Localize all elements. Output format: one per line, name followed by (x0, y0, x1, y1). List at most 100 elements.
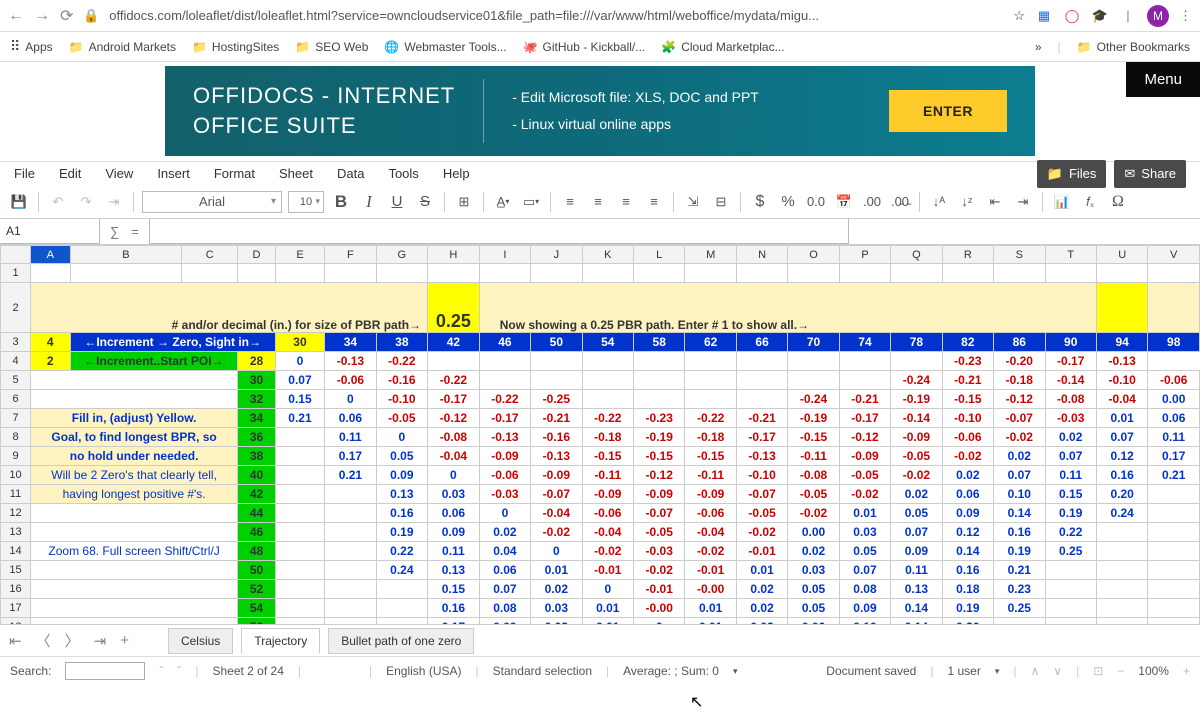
search-input[interactable] (65, 662, 145, 680)
cell[interactable] (275, 485, 324, 504)
cell[interactable]: -0.15 (788, 428, 839, 447)
cell[interactable]: 32 (238, 390, 276, 409)
cell[interactable]: 0.09 (376, 466, 427, 485)
col-header[interactable]: E (275, 246, 324, 264)
sheet-tab-celsius[interactable]: Celsius (168, 628, 233, 654)
cell[interactable]: -0.06 (325, 371, 376, 390)
cell[interactable]: -0.03 (634, 542, 685, 561)
cell[interactable]: 0.02 (1045, 428, 1096, 447)
cell[interactable] (685, 371, 736, 390)
apps-shortcut[interactable]: ⠿Apps (10, 38, 53, 55)
row-header[interactable]: 3 (1, 333, 31, 352)
date-format-button[interactable]: 📅 (833, 191, 855, 213)
cell[interactable]: -0.09 (531, 466, 582, 485)
redo-icon[interactable]: ↷ (75, 191, 97, 213)
cell[interactable]: -0.09 (685, 485, 736, 504)
cell[interactable] (685, 390, 736, 409)
cell[interactable]: -0.21 (531, 409, 582, 428)
merge-button[interactable]: ⊟ (710, 191, 732, 213)
italic-button[interactable]: I (358, 191, 380, 213)
cell[interactable]: 0.16 (376, 504, 427, 523)
col-header[interactable]: V (1148, 246, 1200, 264)
cell[interactable] (1096, 542, 1147, 561)
cell[interactable]: 0.11 (325, 428, 376, 447)
cell[interactable]: -0.02 (839, 485, 890, 504)
cell[interactable]: ←Increment..Start POI→ (70, 352, 238, 371)
cell[interactable]: having longest positive #'s. (31, 485, 238, 504)
cell[interactable] (736, 390, 787, 409)
align-center-button[interactable]: ≡ (587, 191, 609, 213)
cell[interactable]: -0.08 (428, 428, 480, 447)
cell[interactable]: -0.10 (736, 466, 787, 485)
cell[interactable]: 0.09 (428, 523, 480, 542)
cell[interactable]: -0.21 (942, 371, 993, 390)
cell[interactable]: -0.22 (479, 390, 530, 409)
cell[interactable]: 0.01 (1096, 409, 1147, 428)
cell[interactable]: 0.20 (1096, 485, 1147, 504)
underline-button[interactable]: U (386, 191, 408, 213)
col-header[interactable]: J (531, 246, 582, 264)
search-up-icon[interactable]: ˆ (159, 664, 163, 678)
cell[interactable]: -0.22 (376, 352, 427, 371)
cell[interactable]: -0.02 (685, 542, 736, 561)
row-header[interactable]: 4 (1, 352, 31, 371)
user-count[interactable]: 1 user (947, 664, 980, 678)
search-down-icon[interactable]: ˇ (177, 664, 181, 678)
cell[interactable]: 0.08 (479, 599, 530, 618)
cell[interactable] (31, 618, 238, 626)
cell[interactable]: 0.01 (839, 504, 890, 523)
cell[interactable]: 0.24 (376, 561, 427, 580)
omega-button[interactable]: Ω (1107, 191, 1129, 213)
cell[interactable] (1148, 542, 1200, 561)
cell[interactable]: -0.23 (634, 409, 685, 428)
cell[interactable]: 0 (275, 352, 324, 371)
cell[interactable]: Goal, to find longest BPR, so (31, 428, 238, 447)
cell[interactable] (31, 390, 238, 409)
col-header[interactable]: M (685, 246, 736, 264)
cell[interactable]: 46 (479, 333, 530, 352)
cell[interactable]: 0.22 (376, 542, 427, 561)
cell[interactable] (479, 352, 530, 371)
cell[interactable]: 98 (1148, 333, 1200, 352)
cell[interactable]: 0.03 (788, 561, 839, 580)
row-header[interactable]: 13 (1, 523, 31, 542)
prev-record-icon[interactable]: ∧ (1030, 664, 1039, 678)
percent-button[interactable]: % (777, 191, 799, 213)
cell[interactable] (891, 352, 942, 371)
cell[interactable]: 0 (428, 466, 480, 485)
cell[interactable]: 0.25 (994, 599, 1045, 618)
cell[interactable]: 0.02 (994, 447, 1045, 466)
cell[interactable] (994, 618, 1045, 626)
cell[interactable]: 58 (634, 333, 685, 352)
cell[interactable]: -0.18 (994, 371, 1045, 390)
cell[interactable]: 0.22 (1045, 523, 1096, 542)
sheet-tab-trajectory[interactable]: Trajectory (241, 628, 320, 654)
cell[interactable]: -0.05 (634, 523, 685, 542)
cell[interactable]: -0.17 (428, 390, 480, 409)
cell[interactable] (428, 352, 480, 371)
cell[interactable]: 0.16 (1096, 466, 1147, 485)
cell[interactable]: -0.05 (839, 466, 890, 485)
cell[interactable] (634, 352, 685, 371)
cell[interactable]: 0.17 (428, 618, 480, 626)
menu-insert[interactable]: Insert (157, 166, 190, 181)
fill-color-button[interactable]: ▭▾ (520, 191, 542, 213)
cell[interactable]: 54 (582, 333, 633, 352)
cell[interactable]: 0.09 (891, 542, 942, 561)
cell[interactable]: -0.02 (891, 466, 942, 485)
cell[interactable]: no hold under needed. (31, 447, 238, 466)
tab-next-icon[interactable]: 〉 (62, 630, 83, 651)
cell[interactable] (275, 542, 324, 561)
cell[interactable]: 0.04 (479, 542, 530, 561)
cell[interactable]: -0.06 (685, 504, 736, 523)
remove-decimal-button[interactable]: .0̵0̵ (889, 191, 911, 213)
cell[interactable]: 46 (238, 523, 276, 542)
cell[interactable]: -0.09 (479, 447, 530, 466)
cell[interactable]: 0.19 (994, 542, 1045, 561)
tab-first-icon[interactable]: ⇤ (6, 632, 25, 650)
cell[interactable]: 0.08 (839, 580, 890, 599)
cell[interactable]: -0.02 (634, 561, 685, 580)
cell[interactable]: -0.11 (788, 447, 839, 466)
cell[interactable]: 0 (634, 618, 685, 626)
cell[interactable]: -0.15 (685, 447, 736, 466)
